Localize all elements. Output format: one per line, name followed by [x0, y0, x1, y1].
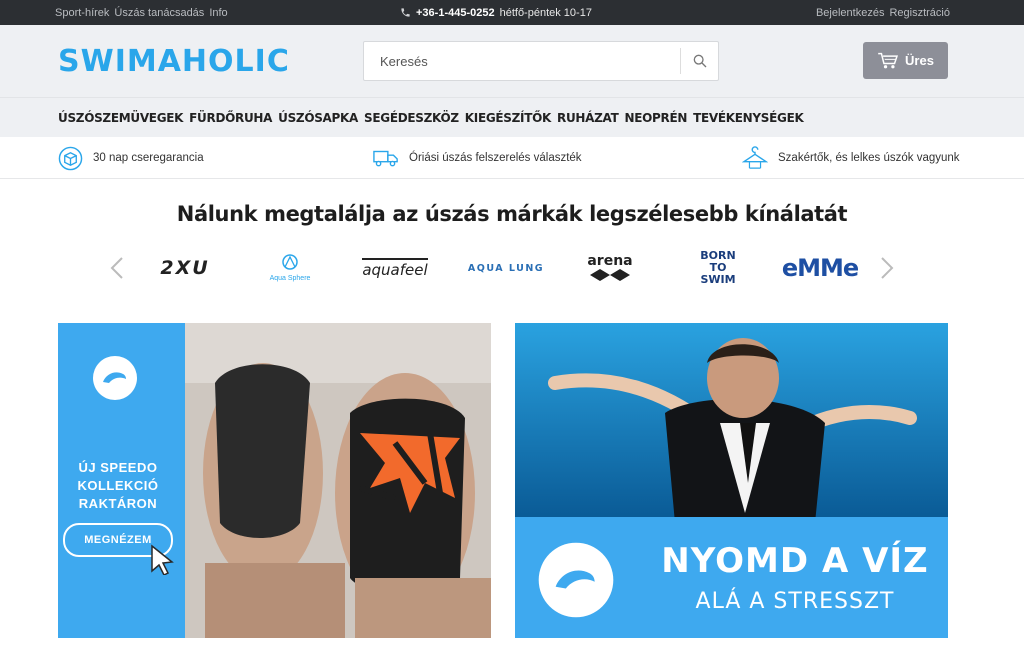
brand-aquafeel[interactable]: aquafeel — [355, 248, 435, 288]
truck-icon — [373, 150, 398, 167]
banner-speedo[interactable]: ÚJ SPEEDO KOLLEKCIÓ RAKTÁRON MEGNÉZEM — [58, 323, 491, 638]
brand-born-to-swim[interactable]: BORN TO SWIM — [683, 248, 753, 288]
usp-guarantee: 30 nap cseregarancia — [58, 137, 204, 179]
link-info[interactable]: Info — [209, 7, 227, 19]
nav-neoprene[interactable]: NEOPRÉN — [624, 111, 687, 125]
brand-carousel: 2XU Aqua Sphere aquafeel AQUA LUNG arena… — [105, 248, 905, 288]
login-link[interactable]: Bejelentkezés — [816, 7, 885, 19]
usp-experts: Szakértők, és lelkes úszók vagyunk — [742, 137, 960, 179]
banner-speedo-line1: ÚJ SPEEDO — [78, 460, 158, 475]
aqua-sphere-logo-icon — [282, 254, 298, 270]
nav-goggles[interactable]: ÚSZÓSZEMÜVEGEK — [58, 111, 183, 125]
cart-icon — [878, 52, 899, 68]
nav-aids[interactable]: SEGÉDESZKÖZ — [364, 111, 459, 125]
main-nav: ÚSZÓSZEMÜVEGEK FÜRDŐRUHA ÚSZÓSAPKA SEGÉD… — [0, 97, 1024, 137]
brand-swirl-icon — [538, 542, 614, 618]
brand-2xu[interactable]: 2XU — [145, 248, 225, 288]
brand-born-to-swim-label: BORN TO SWIM — [700, 249, 736, 286]
search-input[interactable] — [364, 42, 680, 80]
brands-heading: Nálunk megtalálja az úszás márkák legszé… — [176, 202, 848, 226]
top-bar: Sport-hírek Úszás tanácsadás Info +36-1-… — [0, 0, 1024, 25]
brand-aqua-lung-label: AQUA LUNG — [467, 262, 545, 274]
nav-swim-cap[interactable]: ÚSZÓSAPKA — [278, 111, 358, 125]
usp-bar: 30 nap cseregarancia Óriási úszás felsze… — [0, 137, 1024, 179]
search-icon — [693, 54, 706, 68]
phone-number[interactable]: +36-1-445-0252 — [416, 7, 495, 19]
opening-hours: hétfő-péntek 10-17 — [499, 6, 592, 19]
stress-subline: ALÁ A STRESSZT — [695, 589, 895, 614]
box-icon — [58, 146, 83, 170]
stress-headline: NYOMD A VÍZ — [661, 541, 929, 581]
contact-info: +36-1-445-0252 hétfő-péntek 10-17 — [400, 7, 592, 19]
phone-icon — [401, 8, 410, 17]
account-links: Bejelentkezés Regisztráció — [816, 7, 950, 19]
search-box — [363, 41, 719, 81]
stress-banner-panel: NYOMD A VÍZ ALÁ A STRESSZT — [515, 517, 948, 638]
brand-aqua-sphere[interactable]: Aqua Sphere — [250, 248, 330, 288]
brand-emme-label: eMMe — [781, 254, 859, 282]
brand-aquafeel-label: aquafeel — [362, 257, 428, 279]
brand-arena-label: arena — [587, 253, 633, 269]
cursor-arrow-icon — [151, 544, 174, 575]
brand-swirl-icon — [93, 356, 137, 400]
nav-accessories[interactable]: KIEGÉSZÍTŐK — [465, 111, 552, 125]
usp-selection: Óriási úszás felszerelés választék — [373, 137, 582, 179]
brand-aqua-lung[interactable]: AQUA LUNG — [463, 248, 549, 288]
nav-activities[interactable]: TEVÉKENYSÉGEK — [693, 111, 804, 125]
usp-guarantee-text: 30 nap cseregarancia — [93, 152, 204, 164]
link-sport-news[interactable]: Sport-hírek — [55, 7, 109, 19]
banner-stress[interactable]: NYOMD A VÍZ ALÁ A STRESSZT — [515, 323, 948, 638]
top-links: Sport-hírek Úszás tanácsadás Info — [55, 7, 228, 19]
search-button[interactable] — [680, 48, 718, 74]
brand-aqua-sphere-label: Aqua Sphere — [269, 275, 311, 282]
nav-swimsuit[interactable]: FÜRDŐRUHA — [189, 111, 272, 125]
link-swim-advice[interactable]: Úszás tanácsadás — [114, 7, 204, 19]
hanger-icon — [742, 146, 768, 169]
register-link[interactable]: Regisztráció — [889, 7, 950, 19]
site-logo[interactable]: SWIMAHOLIC — [58, 47, 290, 77]
site-header: SWIMAHOLIC Üres — [0, 25, 1024, 97]
banner-speedo-line2: KOLLEKCIÓ — [77, 478, 159, 493]
underwater-photo — [515, 323, 948, 523]
banner-speedo-line3: RAKTÁRON — [78, 496, 158, 511]
arena-diamond-icon — [590, 269, 630, 281]
usp-selection-text: Óriási úszás felszerelés választék — [409, 152, 582, 164]
cart-button[interactable]: Üres — [863, 42, 948, 79]
banner-speedo-text: ÚJ SPEEDO KOLLEKCIÓ RAKTÁRON — [58, 459, 178, 513]
brand-2xu-label: 2XU — [160, 257, 210, 279]
cart-label: Üres — [905, 53, 934, 68]
brand-emme[interactable]: eMMe — [780, 248, 860, 288]
brand-arena[interactable]: arena — [575, 248, 645, 288]
nav-clothing[interactable]: RUHÁZAT — [557, 111, 619, 125]
swimwear-photo — [185, 323, 491, 638]
usp-experts-text: Szakértők, és lelkes úszók vagyunk — [778, 152, 960, 164]
